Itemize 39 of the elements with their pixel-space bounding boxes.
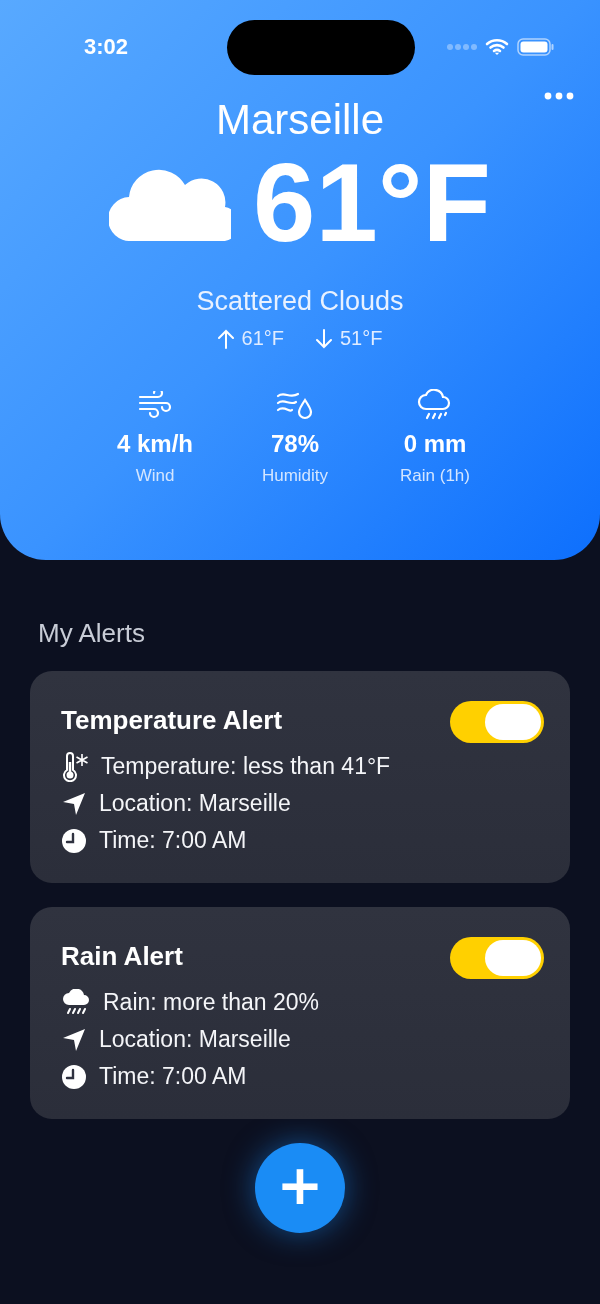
alert-detail: Location: Marseille [99,1026,291,1053]
alert-detail: Rain: more than 20% [103,989,320,1016]
alert-title: Temperature Alert [61,705,283,736]
metric-value: 4 km/h [117,430,193,458]
battery-icon [517,38,555,56]
metric-value: 0 mm [403,430,467,458]
metric-label: Humidity [261,466,329,486]
wind-icon [137,391,173,419]
alert-title: Rain Alert [61,941,183,972]
clock-icon [61,1063,87,1090]
alert-detail: Temperature: less than 41°F [101,753,391,780]
alert-card[interactable]: Rain Alert Rain: more than 20% Location: Marseille Time: 7:00 AM [30,907,570,1119]
alert-toggle[interactable] [450,937,544,979]
rain-cloud-icon [61,988,91,1017]
location-arrow-icon [61,790,87,817]
alert-card[interactable]: Temperature Alert Temperature: less than 41°F Location: Marseille Time: 7:00 AM [30,671,570,883]
section-title: My Alerts [38,618,146,649]
wifi-icon [485,38,509,56]
clock-icon [61,827,87,854]
low-temperature: 51°F [340,327,383,350]
location-arrow-icon [61,1026,87,1053]
alert-toggle[interactable] [450,701,544,743]
city-name: Marseille [214,96,385,144]
status-time: 3:02 [84,34,130,60]
signal-icon [447,44,477,50]
alert-detail: Time: 7:00 AM [99,827,247,854]
weather-condition: Scattered Clouds [195,286,405,317]
metric-value: 78% [270,430,319,458]
high-temperature: 61°F [241,327,284,350]
thermometer-snowflake-icon [61,751,89,782]
alert-detail: Time: 7:00 AM [99,1063,247,1090]
metric-label: Rain (1h) [400,466,470,486]
more-icon[interactable] [544,92,574,100]
current-temperature: 61°F [253,147,491,259]
up-arrow-icon [217,328,234,349]
alert-detail: Location: Marseille [99,790,291,817]
metric-label: Wind [135,466,175,486]
down-arrow-icon [316,328,332,349]
humidity-icon [276,390,314,420]
